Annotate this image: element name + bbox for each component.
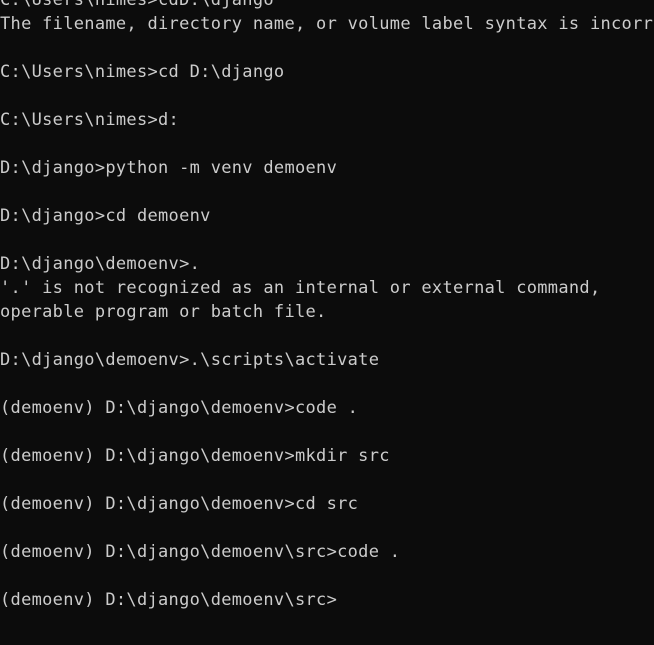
console-line: (demoenv) D:\django\demoenv>mkdir src xyxy=(0,446,390,466)
console-line: D:\django>cd demoenv xyxy=(0,206,211,226)
command-prompt: (demoenv) D:\django\demoenv\src> xyxy=(0,590,338,610)
console-line: C:\Users\nimes>cdD:\django xyxy=(0,0,274,10)
console-line: D:\django\demoenv>.\scripts\activate xyxy=(0,350,380,370)
console-line: (demoenv) D:\django\demoenv>cd src xyxy=(0,494,359,514)
console-line: (demoenv) D:\django\demoenv>code . xyxy=(0,398,359,418)
console-line: operable program or batch file. xyxy=(0,302,327,322)
console-line: C:\Users\nimes>d: xyxy=(0,110,180,130)
console-output: C:\Users\nimes>cdD:\django The filename,… xyxy=(0,0,654,612)
console-line: D:\django\demoenv>. xyxy=(0,254,201,274)
console-line: '.' is not recognized as an internal or … xyxy=(0,278,601,298)
console-line: The filename, directory name, or volume … xyxy=(0,14,654,34)
terminal-window[interactable]: C:\Users\nimes>cdD:\django The filename,… xyxy=(0,0,654,645)
console-line: (demoenv) D:\django\demoenv\src>code . xyxy=(0,542,401,562)
console-line: C:\Users\nimes>cd D:\django xyxy=(0,62,285,82)
console-line: D:\django>python -m venv demoenv xyxy=(0,158,338,178)
